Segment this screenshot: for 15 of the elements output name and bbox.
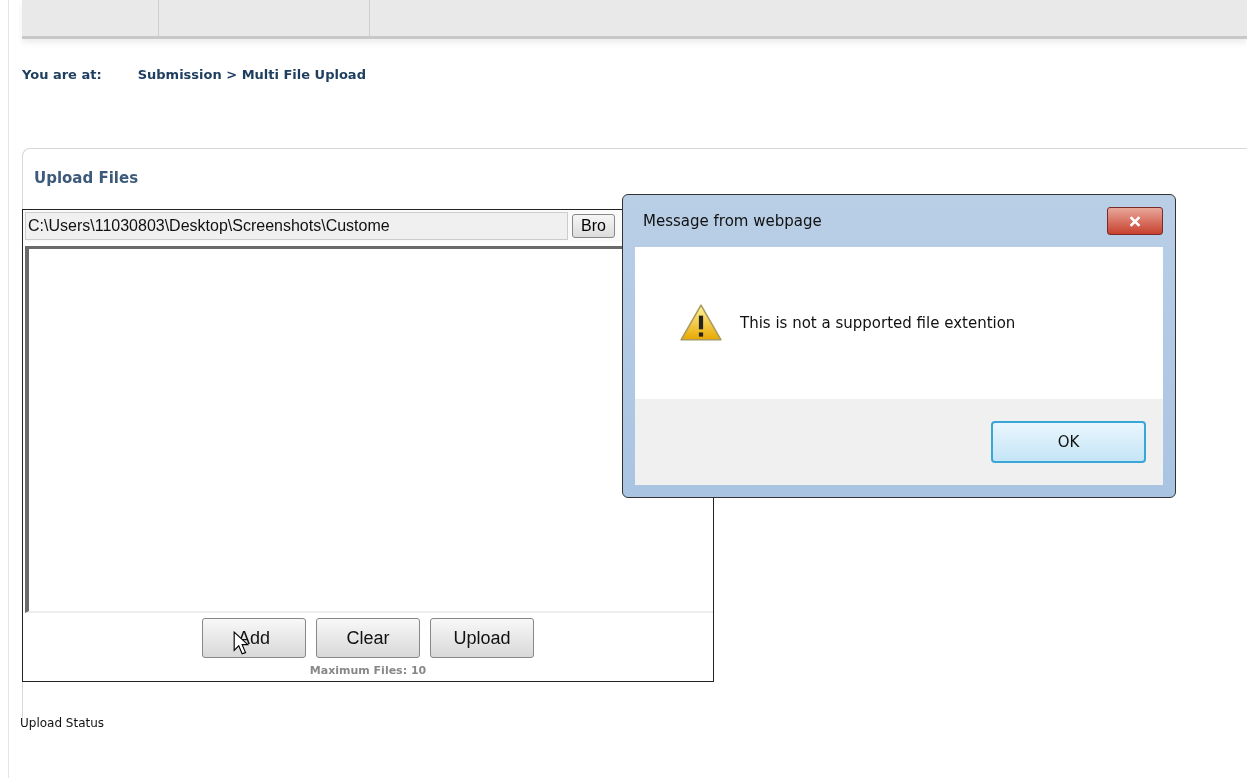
clear-button[interactable]: Clear [316,618,420,658]
breadcrumb-path: Submission > Multi File Upload [137,67,366,82]
browse-button[interactable]: Bro [572,214,615,238]
upload-button[interactable]: Upload [430,618,534,658]
upload-status-label: Upload Status [20,716,106,730]
breadcrumb-label: You are at: [22,67,102,82]
close-button[interactable] [1107,207,1163,235]
close-icon [1128,215,1142,227]
warning-icon [680,304,722,342]
max-files-note: Maximum Files: 10 [308,663,428,679]
dialog-title: Message from webpage [642,212,822,230]
panel-title: Upload Files [33,169,140,187]
file-path-field[interactable]: C:\Users\11030803\Desktop\Screenshots\Custome [25,212,568,240]
ok-button[interactable]: OK [991,421,1146,463]
dialog-message: This is not a supported file extention [740,314,1016,332]
